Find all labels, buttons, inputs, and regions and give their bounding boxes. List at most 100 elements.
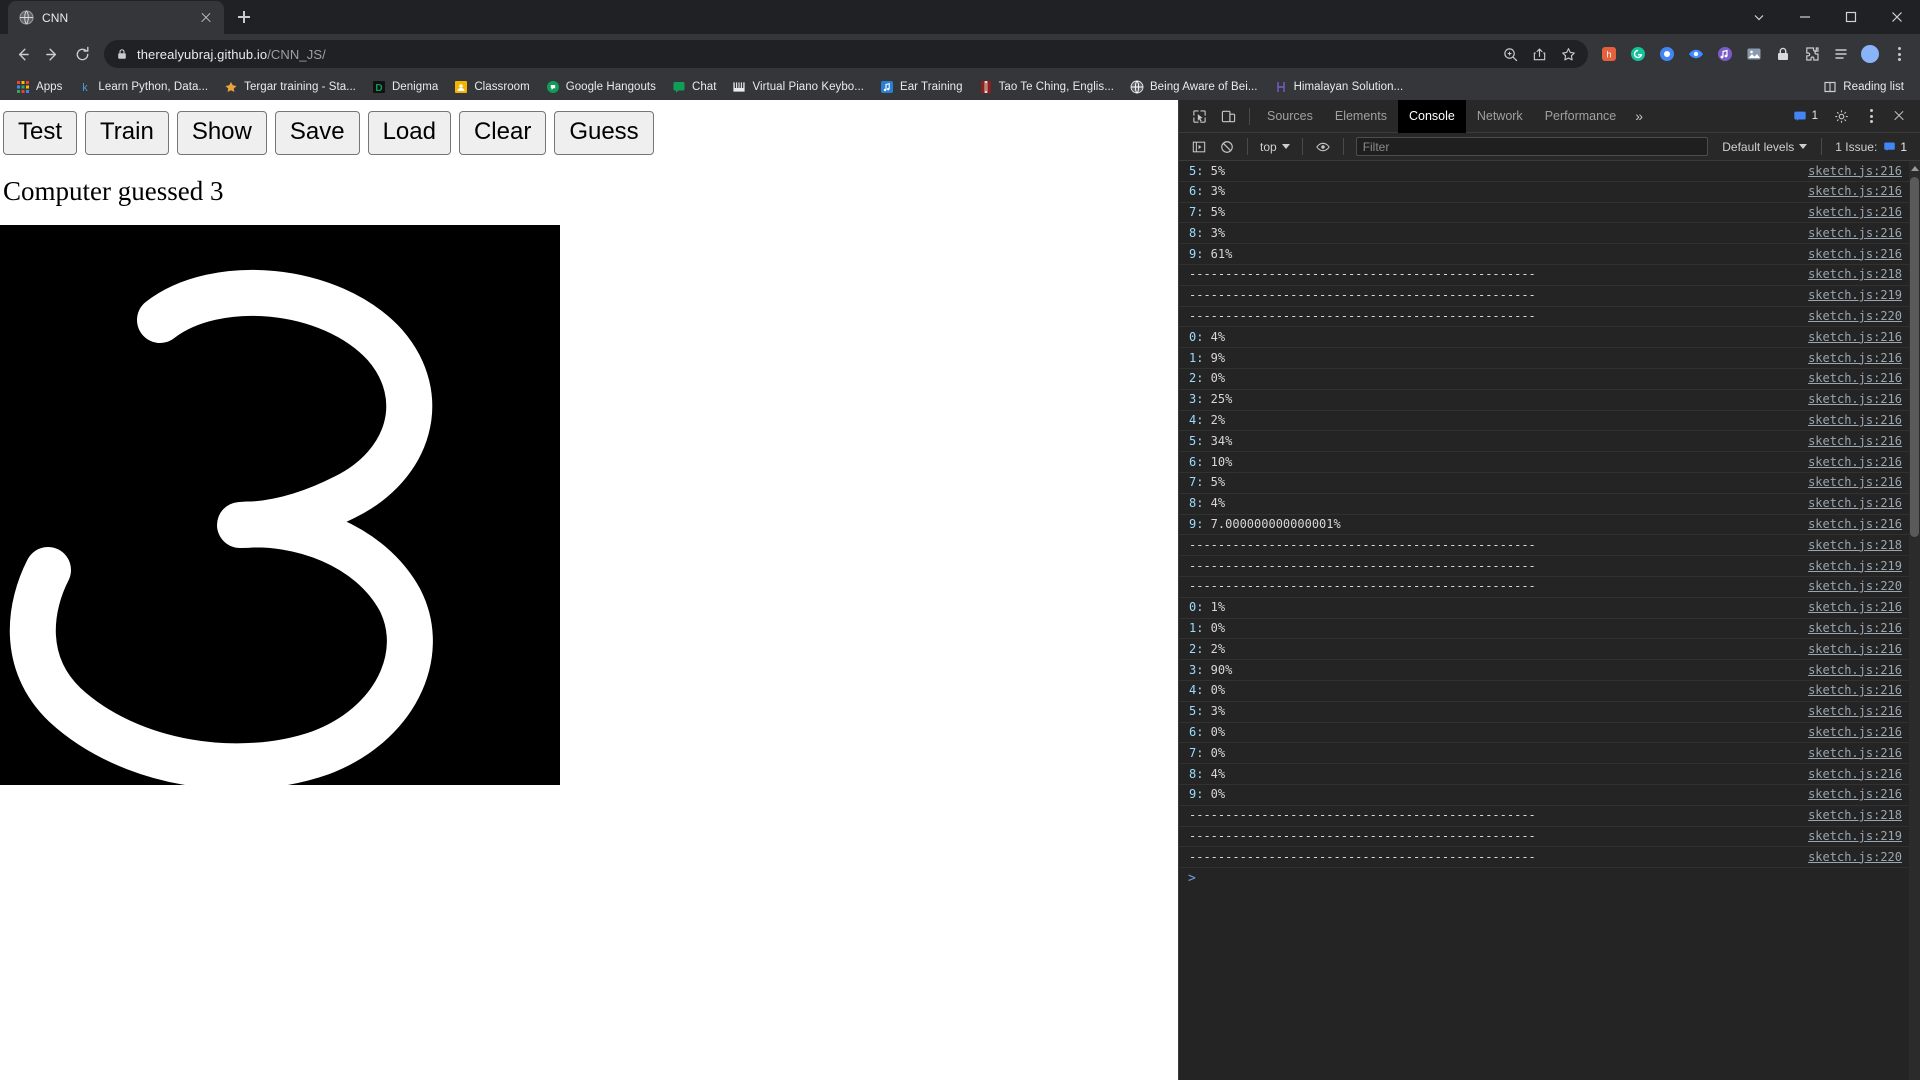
source-link[interactable]: sketch.js:216 [1808,743,1916,764]
console-log-row[interactable]: 9: 61% sketch.js:216 [1179,244,1920,265]
console-log-row[interactable]: 2: 2% sketch.js:216 [1179,639,1920,661]
source-link[interactable]: sketch.js:218 [1808,264,1916,285]
bookmark-item[interactable]: Virtual Piano Keybo... [724,77,871,97]
console-log-row[interactable]: 1: 9% sketch.js:216 [1179,348,1920,369]
console-log-row[interactable]: ----------------------------------------… [1179,847,1920,869]
source-link[interactable]: sketch.js:216 [1808,327,1916,348]
load-button[interactable]: Load [367,111,451,155]
save-button[interactable]: Save [274,111,360,155]
console-log-row[interactable]: 5: 3% sketch.js:216 [1179,702,1920,723]
source-link[interactable]: sketch.js:216 [1808,764,1916,785]
console-log-row[interactable]: ----------------------------------------… [1179,577,1920,598]
console-log-row[interactable]: 4: 2% sketch.js:216 [1179,411,1920,432]
bookmark-item[interactable]: Tergar training - Sta... [216,77,364,97]
console-log-row[interactable]: 9: 0% sketch.js:216 [1179,785,1920,806]
console-log-row[interactable]: 5: 5% sketch.js:216 [1179,161,1920,182]
console-log-row[interactable]: 6: 3% sketch.js:216 [1179,182,1920,203]
source-link[interactable]: sketch.js:216 [1808,223,1916,244]
bookmark-item[interactable]: Tao Te Ching, Englis... [971,77,1122,97]
source-link[interactable]: sketch.js:216 [1808,452,1916,473]
source-link[interactable]: sketch.js:220 [1808,306,1916,327]
source-link[interactable]: sketch.js:216 [1808,639,1916,660]
more-tabs-icon[interactable]: » [1627,100,1651,133]
clear-button[interactable]: Clear [458,111,547,155]
bookmark-item[interactable]: Google Hangouts [538,77,664,97]
scrollbar-thumb[interactable] [1910,177,1919,537]
console-log-row[interactable]: ----------------------------------------… [1179,535,1920,557]
source-link[interactable]: sketch.js:216 [1808,431,1916,452]
extension-puzzle-icon[interactable] [1799,41,1825,67]
extension-eye-icon[interactable] [1683,41,1709,67]
console-sidebar-icon[interactable] [1185,136,1213,158]
device-toolbar-icon[interactable] [1214,103,1243,129]
tab-elements[interactable]: Elements [1324,100,1398,133]
address-bar[interactable]: therealyubraj.github.io/CNN_JS/ [104,40,1588,68]
bookmark-item[interactable]: Classroom [446,77,537,97]
console-log-row[interactable]: 9: 7.000000000000001% sketch.js:216 [1179,515,1920,536]
source-link[interactable]: sketch.js:219 [1808,556,1916,577]
source-link[interactable]: sketch.js:220 [1808,576,1916,597]
source-link[interactable]: sketch.js:216 [1808,618,1916,639]
source-link[interactable]: sketch.js:216 [1808,514,1916,535]
reload-icon[interactable] [68,40,96,68]
source-link[interactable]: sketch.js:218 [1808,805,1916,826]
console-log-row[interactable]: ----------------------------------------… [1179,286,1920,307]
bookmark-item[interactable]: Chat [664,77,725,97]
show-button[interactable]: Show [176,111,267,155]
source-link[interactable]: sketch.js:216 [1808,348,1916,369]
source-link[interactable]: sketch.js:216 [1808,181,1916,202]
source-link[interactable]: sketch.js:216 [1808,493,1916,514]
console-log-row[interactable]: ----------------------------------------… [1179,265,1920,286]
bookmark-item[interactable]: Being Aware of Bei... [1122,77,1266,97]
star-icon[interactable] [1561,47,1576,62]
bookmark-item[interactable]: Himalayan Solution... [1266,77,1412,97]
source-link[interactable]: sketch.js:220 [1808,847,1916,868]
messages-badge[interactable]: 1 [1786,107,1825,125]
bookmark-item[interactable]: k Learn Python, Data... [70,77,216,97]
execution-context-select[interactable]: top [1254,140,1296,154]
more-options-icon[interactable] [1858,103,1884,129]
bookmark-apps[interactable]: Apps [8,77,70,97]
zoom-in-icon[interactable] [1503,47,1518,62]
train-button[interactable]: Train [85,111,169,155]
chevron-down-icon[interactable] [1736,0,1782,34]
live-expression-icon[interactable] [1309,136,1337,158]
reading-list-button[interactable]: Reading list [1815,77,1912,97]
bookmark-item[interactable]: Ear Training [872,77,971,97]
inspect-element-icon[interactable] [1185,103,1214,129]
extension-lock-icon[interactable] [1770,41,1796,67]
console-log-row[interactable]: 3: 25% sketch.js:216 [1179,390,1920,411]
gear-icon[interactable] [1827,103,1856,129]
console-log-area[interactable]: 5: 5% sketch.js:216 6: 3% sketch.js:216 7: 5… [1179,161,1920,1080]
console-log-row[interactable]: 7: 5% sketch.js:216 [1179,203,1920,224]
extension-audio-icon[interactable] [1712,41,1738,67]
close-tab-icon[interactable] [198,10,214,26]
console-scrollbar[interactable] [1909,161,1920,1080]
source-link[interactable]: sketch.js:216 [1808,680,1916,701]
source-link[interactable]: sketch.js:216 [1808,660,1916,681]
source-link[interactable]: sketch.js:216 [1808,244,1916,265]
forward-icon[interactable] [38,40,66,68]
console-log-row[interactable]: 0: 4% sketch.js:216 [1179,327,1920,349]
console-log-row[interactable]: 2: 0% sketch.js:216 [1179,369,1920,390]
close-window-icon[interactable] [1874,0,1920,34]
back-icon[interactable] [8,40,36,68]
console-filter-input[interactable]: Filter [1355,137,1709,156]
minimize-icon[interactable] [1782,0,1828,34]
bookmark-item[interactable]: D Denigma [364,77,446,97]
new-tab-button[interactable] [230,3,258,31]
console-log-row[interactable]: 1: 0% sketch.js:216 [1179,619,1920,640]
guess-button[interactable]: Guess [554,111,654,155]
source-link[interactable]: sketch.js:216 [1808,368,1916,389]
console-log-row[interactable]: 8: 4% sketch.js:216 [1179,764,1920,785]
maximize-icon[interactable] [1828,0,1874,34]
profile-avatar[interactable] [1857,41,1883,67]
drawing-canvas[interactable] [0,225,560,785]
console-prompt[interactable]: > [1179,868,1920,889]
console-log-row[interactable]: ----------------------------------------… [1179,556,1920,577]
source-link[interactable]: sketch.js:216 [1808,784,1916,805]
source-link[interactable]: sketch.js:219 [1808,285,1916,306]
console-log-row[interactable]: 5: 34% sketch.js:216 [1179,431,1920,453]
console-log-row[interactable]: 7: 5% sketch.js:216 [1179,473,1920,494]
console-log-row[interactable]: 4: 0% sketch.js:216 [1179,681,1920,702]
